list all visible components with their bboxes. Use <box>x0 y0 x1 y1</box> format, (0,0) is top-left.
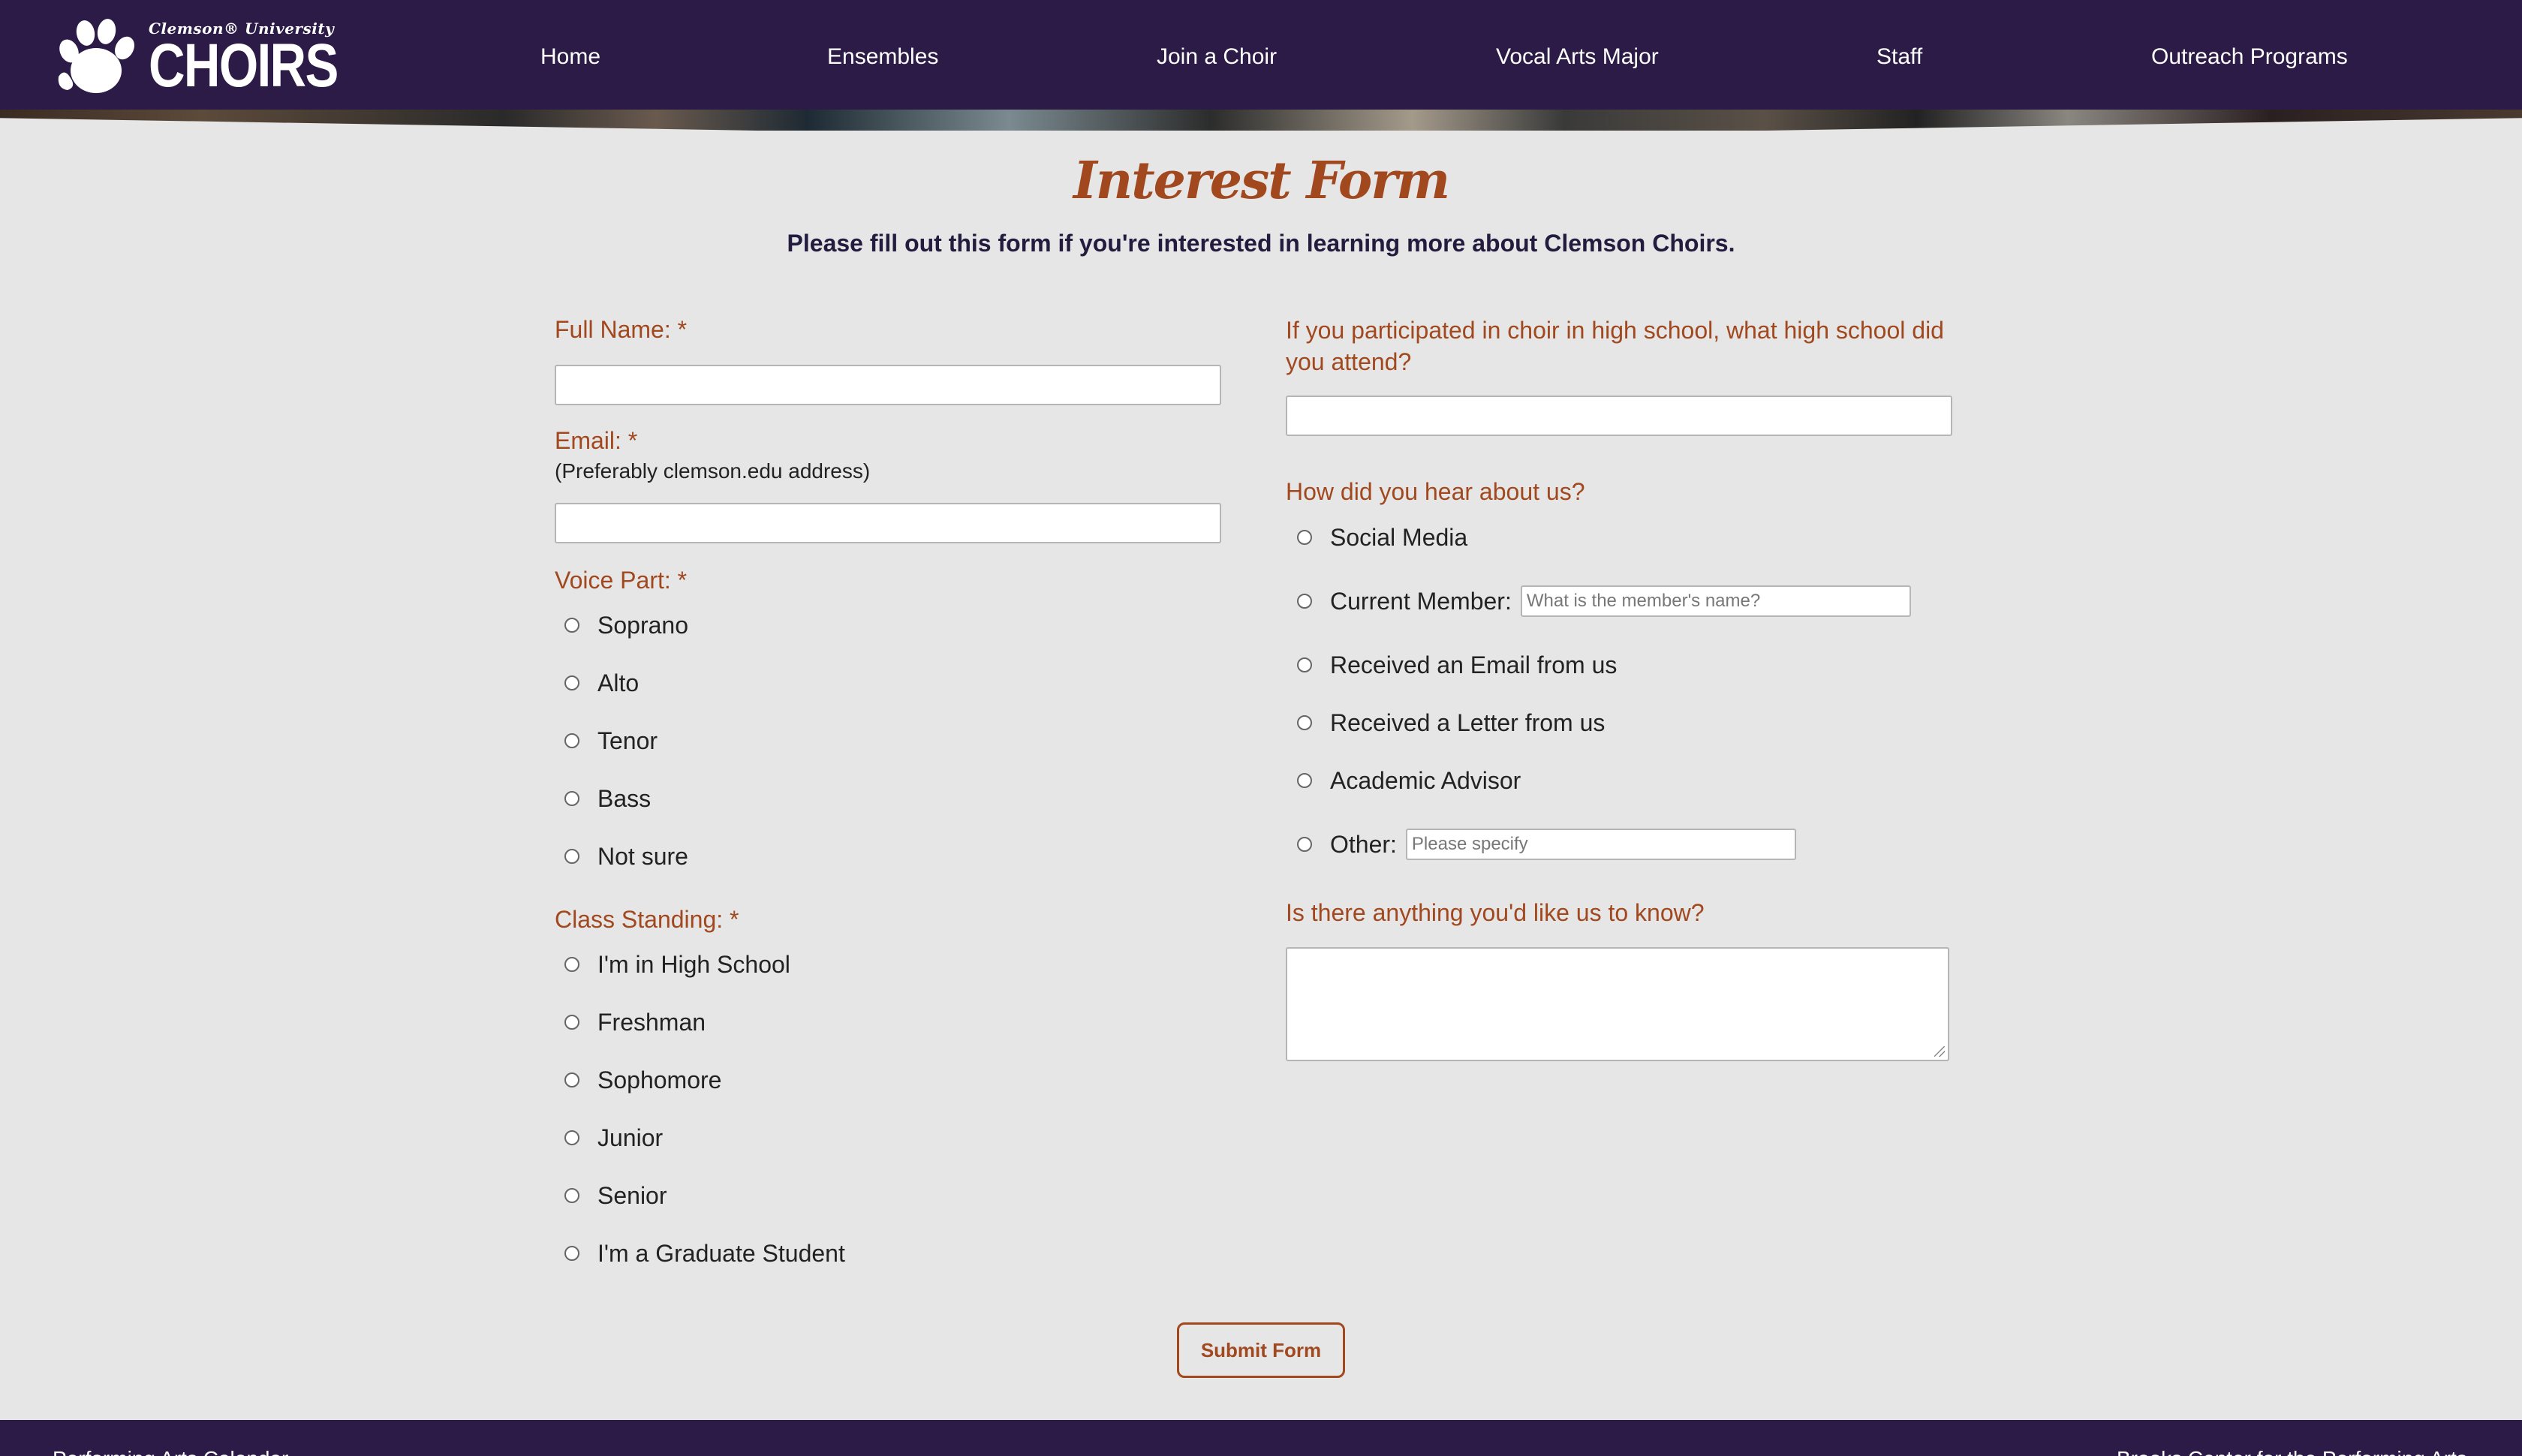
option-label: Junior <box>597 1124 664 1151</box>
radio-button[interactable] <box>1297 715 1312 730</box>
class-standing-option[interactable]: I'm a Graduate Student <box>564 1237 845 1270</box>
class-standing-option[interactable]: Junior <box>564 1121 663 1154</box>
radio-button[interactable] <box>564 1246 579 1261</box>
radio-button[interactable] <box>564 733 579 748</box>
option-label: Received a Letter from us <box>1330 708 1606 736</box>
radio-button[interactable] <box>1297 657 1312 672</box>
radio-button[interactable] <box>564 1188 579 1203</box>
radio-button[interactable] <box>1297 594 1312 609</box>
nav-vocal-arts-major[interactable]: Vocal Arts Major <box>1496 42 1659 72</box>
page-title: Interest Form <box>1073 151 1450 211</box>
option-label: Bass <box>597 784 652 812</box>
high-school-input[interactable] <box>1286 396 1952 436</box>
radio-button[interactable] <box>564 1015 579 1030</box>
full-name-input[interactable] <box>555 365 1221 405</box>
radio-button[interactable] <box>564 675 579 690</box>
nav-home[interactable]: Home <box>540 42 600 72</box>
hear-option-letter[interactable]: Received a Letter from us <box>1297 706 1605 739</box>
email-label: Email: * <box>555 427 638 454</box>
high-school-label: If you participated in choir in high sch… <box>1286 317 1944 375</box>
option-label: Received an Email from us <box>1330 651 1618 678</box>
radio-button[interactable] <box>1297 530 1312 545</box>
option-label: Senior <box>597 1181 667 1209</box>
page-subtitle: Please fill out this form if you're inte… <box>787 230 1735 257</box>
email-input[interactable] <box>555 503 1221 543</box>
hear-option-other[interactable]: Other: Please specify <box>1297 828 1796 861</box>
anything-else-label: Is there anything you'd like us to know? <box>1286 899 1705 926</box>
full-name-label: Full Name: * <box>555 316 688 343</box>
email-hint: (Preferably clemson.edu address) <box>555 459 871 483</box>
radio-button[interactable] <box>564 618 579 633</box>
submit-form-button[interactable]: Submit Form <box>1177 1322 1345 1378</box>
option-label: Alto <box>597 669 640 696</box>
radio-button[interactable] <box>564 957 579 972</box>
member-name-input[interactable]: What is the member's name? <box>1520 585 1911 617</box>
option-label: Current Member: <box>1330 587 1512 615</box>
nav-ensembles[interactable]: Ensembles <box>827 42 938 72</box>
other-specify-input[interactable]: Please specify <box>1405 829 1796 860</box>
radio-button[interactable] <box>1297 773 1312 788</box>
voice-part-label: Voice Part: * <box>555 567 688 594</box>
radio-button[interactable] <box>564 1130 579 1145</box>
hear-option-current-member[interactable]: Current Member: What is the member's name… <box>1297 585 1911 618</box>
option-label: Not sure <box>597 842 688 870</box>
voice-part-option[interactable]: Tenor <box>564 724 658 757</box>
nav-outreach-programs[interactable]: Outreach Programs <box>2151 42 2348 72</box>
hear-about-us-label: How did you hear about us? <box>1286 478 1585 505</box>
hear-option-email[interactable]: Received an Email from us <box>1297 648 1617 681</box>
radio-button[interactable] <box>564 849 579 864</box>
option-label: Other: <box>1330 830 1397 858</box>
main-nav: Home Ensembles Join a Choir Vocal Arts M… <box>0 0 2522 116</box>
radio-button[interactable] <box>564 791 579 806</box>
anything-else-textarea[interactable] <box>1286 947 1949 1061</box>
class-standing-option[interactable]: Sophomore <box>564 1063 721 1097</box>
footer-link-brooks-center[interactable]: Brooks Center for the Performing Arts <box>2117 1447 2467 1456</box>
class-standing-option[interactable]: Senior <box>564 1179 667 1212</box>
nav-join-a-choir[interactable]: Join a Choir <box>1157 42 1277 72</box>
class-standing-option[interactable]: Freshman <box>564 1006 706 1039</box>
nav-staff[interactable]: Staff <box>1876 42 1922 72</box>
voice-part-option[interactable]: Not sure <box>564 840 688 873</box>
option-label: Sophomore <box>597 1066 722 1094</box>
footer-link-calendar[interactable]: Performing Arts Calendar <box>53 1447 288 1456</box>
voice-part-option[interactable]: Bass <box>564 782 651 815</box>
voice-part-option[interactable]: Soprano <box>564 609 688 642</box>
radio-button[interactable] <box>564 1072 579 1087</box>
class-standing-option[interactable]: I'm in High School <box>564 948 790 981</box>
hear-option-social-media[interactable]: Social Media <box>1297 521 1467 554</box>
voice-part-option[interactable]: Alto <box>564 666 639 699</box>
option-label: I'm a Graduate Student <box>597 1239 845 1267</box>
option-label: Academic Advisor <box>1330 766 1521 794</box>
option-label: Tenor <box>597 726 658 754</box>
resize-grip-icon[interactable] <box>1934 1046 1945 1057</box>
hear-option-advisor[interactable]: Academic Advisor <box>1297 764 1521 797</box>
option-label: I'm in High School <box>597 950 790 978</box>
footer-bar: Performing Arts Calendar Brooks Center f… <box>0 1420 2522 1456</box>
class-standing-label: Class Standing: * <box>555 906 739 933</box>
option-label: Freshman <box>597 1008 706 1036</box>
radio-button[interactable] <box>1297 837 1312 852</box>
option-label: Soprano <box>597 611 688 639</box>
option-label: Social Media <box>1330 523 1468 551</box>
